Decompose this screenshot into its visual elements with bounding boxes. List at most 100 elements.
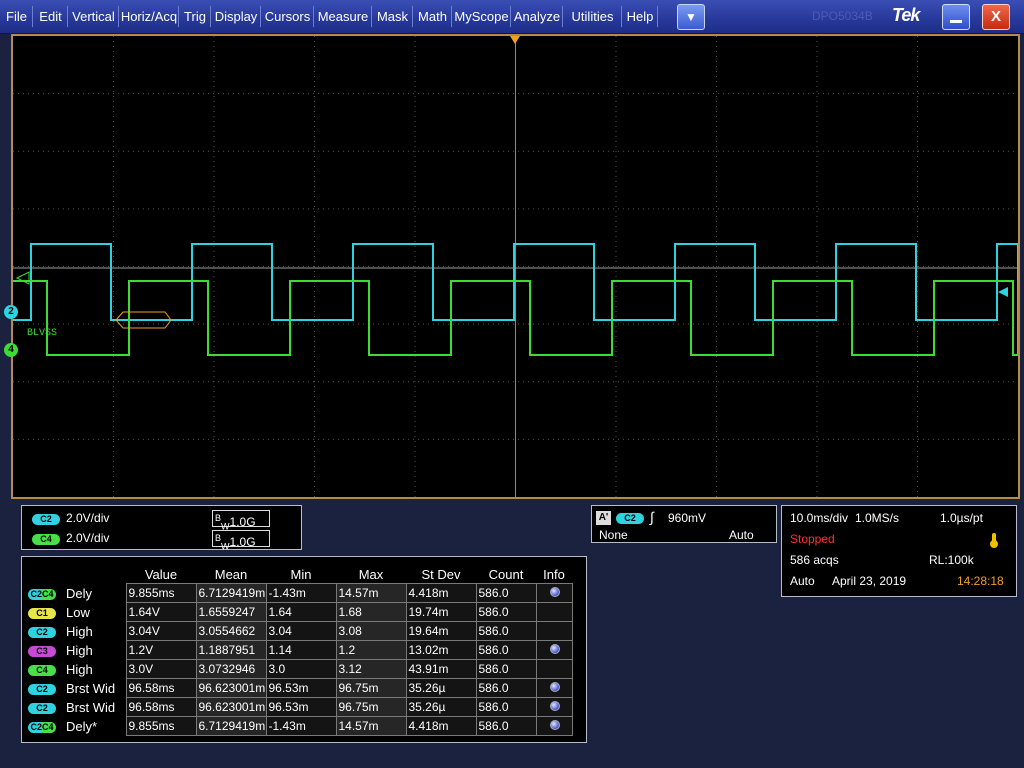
measurement-row[interactable]: C1 Low 1.64V 1.6559247 1.64 1.68 19.74m 586.0 xyxy=(26,602,573,622)
acquisition-panel[interactable]: 10.0ms/div 1.0MS/s 1.0µs/pt Stopped 586 … xyxy=(781,505,1017,597)
measurement-stdev: 13.02m xyxy=(405,640,477,660)
measurement-row[interactable]: C2C4 Dely* 9.855ms 6.7129419m -1.43m 14.57m 4.… xyxy=(26,716,573,736)
measurement-stdev: 35.26µ xyxy=(405,697,477,717)
measurement-stdev: 35.26µ xyxy=(405,678,477,698)
measurement-value: 1.2V xyxy=(125,640,197,660)
menu-item-file[interactable]: File xyxy=(0,0,33,33)
header-min: Min xyxy=(290,566,312,582)
measurement-name: High xyxy=(66,642,93,658)
info-icon[interactable] xyxy=(550,701,560,711)
measurements-table: Value Mean Min Max St Dev Count Info C2C… xyxy=(26,565,573,736)
date: April 23, 2019 xyxy=(832,574,907,588)
menu-item-math[interactable]: Math xyxy=(413,0,452,33)
measurement-source-badge: C1 xyxy=(28,607,56,619)
measurement-info[interactable] xyxy=(535,697,573,717)
channel-settings-panel[interactable]: C2 2.0V/div BW1.0G C4 2.0V/div BW1.0G xyxy=(21,505,302,551)
measurement-max: 96.75m xyxy=(335,697,407,717)
menu-item-help[interactable]: Help xyxy=(622,0,658,33)
measurement-source-badge: C2 xyxy=(28,702,56,714)
bus-label: BLVSS xyxy=(27,328,57,339)
menu-item-horiz-acq[interactable]: Horiz/Acq xyxy=(119,0,179,33)
ch4-marker[interactable]: 4 xyxy=(4,343,18,357)
measurement-info[interactable] xyxy=(535,716,573,736)
info-icon[interactable] xyxy=(550,644,560,654)
measurement-name: Dely xyxy=(66,585,93,601)
measurement-info[interactable] xyxy=(535,659,573,679)
measurement-mean: 1.1887951 xyxy=(195,640,267,660)
measurement-mean: 1.6559247 xyxy=(195,602,267,622)
measurement-name: Brst Wid xyxy=(66,680,116,696)
measurement-info[interactable] xyxy=(535,621,573,641)
trigger-panel[interactable]: A' C2 ∫ 960mV None Auto xyxy=(591,505,777,543)
ch2-scale[interactable]: 2.0V/div xyxy=(66,511,109,525)
menu-item-vertical[interactable]: Vertical xyxy=(68,0,119,33)
header-stdev: St Dev xyxy=(421,566,461,582)
trigger-auto: Auto xyxy=(729,528,754,542)
measurement-mean: 6.7129419m xyxy=(195,583,267,603)
waveform-display[interactable]: BLVSS xyxy=(11,34,1020,499)
waveform-graticule: BLVSS xyxy=(13,36,1018,497)
tek-logo: Tek xyxy=(892,5,920,25)
trigger-source-badge: C2 xyxy=(616,513,644,524)
ch2-marker[interactable]: 2 xyxy=(4,305,18,319)
info-icon[interactable] xyxy=(550,682,560,692)
menu-item-measure[interactable]: Measure xyxy=(314,0,372,33)
trigger-position-icon[interactable] xyxy=(510,36,520,44)
menu-item-utilities[interactable]: Utilities xyxy=(563,0,622,33)
ch2-bandwidth[interactable]: BW1.0G xyxy=(212,510,270,531)
close-button[interactable]: X xyxy=(982,4,1010,30)
menu-item-analyze[interactable]: Analyze xyxy=(511,0,563,33)
measurement-info[interactable] xyxy=(535,583,573,603)
info-icon[interactable] xyxy=(550,587,560,597)
menu-item-mask[interactable]: Mask xyxy=(372,0,413,33)
trigger-coupling: None xyxy=(599,528,628,542)
ch2-badge[interactable]: C2 xyxy=(32,514,60,525)
measurement-row[interactable]: C2 Brst Wid 96.58ms 96.623001m 96.53m 96.75m 3… xyxy=(26,697,573,717)
menu-bar: File Edit Vertical Horiz/Acq Trig Display Curs… xyxy=(0,0,1024,34)
measurement-row[interactable]: C4 High 3.0V 3.0732946 3.0 3.12 43.91m 586.0 xyxy=(26,659,573,679)
measurement-label: C1 Low xyxy=(26,603,126,622)
measurements-panel[interactable]: Value Mean Min Max St Dev Count Info C2C… xyxy=(21,556,587,743)
measurement-mean: 3.0732946 xyxy=(195,659,267,679)
trigger-level: 960mV xyxy=(668,511,707,525)
info-icon[interactable] xyxy=(550,720,560,730)
measurement-row[interactable]: C3 High 1.2V 1.1887951 1.14 1.2 13.02m 586.0 xyxy=(26,640,573,660)
ch4-bw-value: 1.0G xyxy=(229,535,256,549)
measurement-min: 96.53m xyxy=(265,678,337,698)
measurement-source-badge: C4 xyxy=(28,664,56,676)
measurement-label: C2 Brst Wid xyxy=(26,679,126,698)
minimize-button[interactable] xyxy=(942,4,970,30)
menu-item-trig[interactable]: Trig xyxy=(179,0,211,33)
measurement-info[interactable] xyxy=(535,678,573,698)
measurement-min: 1.14 xyxy=(265,640,337,660)
measurement-stdev: 43.91m xyxy=(405,659,477,679)
menu-item-cursors[interactable]: Cursors xyxy=(261,0,314,33)
measurement-value: 96.58ms xyxy=(125,697,197,717)
measurement-label: C3 High xyxy=(26,641,126,660)
rising-edge-icon: ∫ xyxy=(650,509,654,525)
ch4-badge[interactable]: C4 xyxy=(32,534,60,545)
menu-item-display[interactable]: Display xyxy=(211,0,261,33)
measurement-info[interactable] xyxy=(535,602,573,622)
acquisition-mode: Auto xyxy=(790,574,815,588)
measurement-stdev: 4.418m xyxy=(405,716,477,736)
measurement-min: 96.53m xyxy=(265,697,337,717)
bw-sub: W xyxy=(221,541,230,552)
trigger-level-icon[interactable] xyxy=(998,287,1008,297)
measurement-row[interactable]: C2 Brst Wid 96.58ms 96.623001m 96.53m 96.75m 3… xyxy=(26,678,573,698)
measurement-max: 96.75m xyxy=(335,678,407,698)
menu-item-myscope[interactable]: MyScope xyxy=(452,0,511,33)
menu-dropdown-button[interactable]: ▼ xyxy=(677,4,705,30)
measurement-label: C2C4 Dely xyxy=(26,584,126,603)
ch4-scale[interactable]: 2.0V/div xyxy=(66,531,109,545)
trigger-mode-badge: A' xyxy=(596,511,611,525)
acquisition-state: Stopped xyxy=(790,532,835,546)
measurement-row[interactable]: C2 High 3.04V 3.0554662 3.04 3.08 19.64m 586.0 xyxy=(26,621,573,641)
measurement-mean: 96.623001m xyxy=(195,678,267,698)
measurement-mean: 3.0554662 xyxy=(195,621,267,641)
measurement-row[interactable]: C2C4 Dely 9.855ms 6.7129419m -1.43m 14.57m 4.4… xyxy=(26,583,573,603)
menu-item-edit[interactable]: Edit xyxy=(33,0,68,33)
ch4-bandwidth[interactable]: BW1.0G xyxy=(212,530,270,551)
measurement-info[interactable] xyxy=(535,640,573,660)
measurement-count: 586.0 xyxy=(475,640,537,660)
